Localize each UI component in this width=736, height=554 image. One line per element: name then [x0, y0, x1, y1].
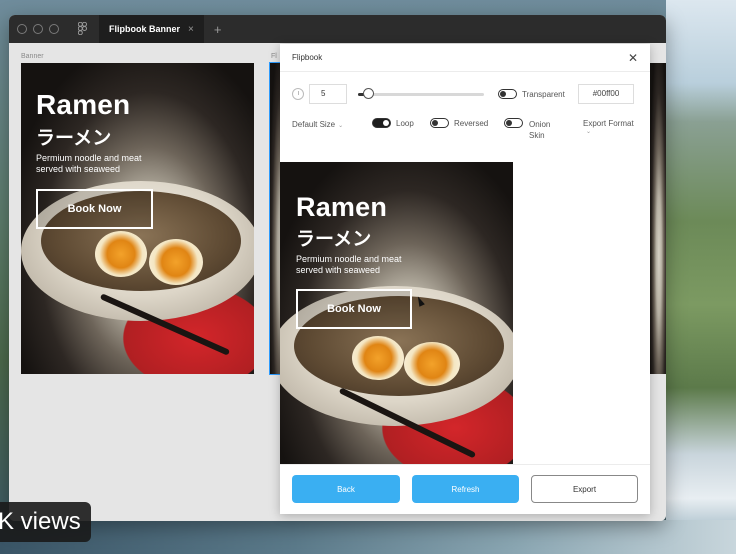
preview-title: Ramen: [296, 192, 388, 222]
egg-image: [95, 231, 147, 277]
refresh-button[interactable]: Refresh: [412, 475, 519, 503]
tab-close-icon[interactable]: ×: [188, 24, 194, 35]
loop-label: Loop: [396, 119, 414, 128]
background-color-input[interactable]: #00ff00: [578, 84, 634, 104]
banner-frame-3[interactable]: [650, 63, 666, 374]
banner-title: Ramen: [36, 89, 131, 120]
onion-skin-label: Onion Skin: [529, 120, 551, 141]
banner-frame[interactable]: Ramen ラーメン Permium noodle and meat serve…: [21, 63, 254, 374]
new-tab-icon[interactable]: +: [214, 22, 222, 37]
fps-input[interactable]: 5: [309, 84, 347, 104]
close-window-button[interactable]: [17, 24, 27, 34]
egg-image: [404, 342, 460, 386]
timer-icon: [292, 88, 304, 100]
preview-title-jp: ラーメン: [296, 229, 372, 250]
export-format-dropdown[interactable]: Export Format ⌄: [583, 119, 643, 135]
tab-title: Flipbook Banner: [109, 24, 181, 34]
egg-image: [352, 336, 404, 380]
default-size-label: Default Size: [292, 120, 336, 129]
views-overlay-badge: K views: [0, 502, 91, 542]
export-button[interactable]: Export: [531, 475, 638, 503]
onion-skin-toggle[interactable]: [504, 118, 523, 128]
tab-flipbook-banner[interactable]: Flipbook Banner ×: [99, 15, 204, 43]
speed-slider-thumb[interactable]: [363, 88, 375, 99]
title-bar: Flipbook Banner × +: [9, 15, 666, 43]
back-button[interactable]: Back: [292, 475, 400, 503]
option-controls: Default Size ⌄ Loop Reversed Onion Skin E…: [292, 118, 638, 148]
preview-subtitle: Permium noodle and meat served with seaw…: [296, 254, 402, 276]
reversed-label: Reversed: [454, 119, 489, 128]
frame-label[interactable]: Banner: [21, 53, 44, 60]
chevron-down-icon: ⌄: [586, 129, 592, 135]
playback-controls: 5 Transparent #00ff00: [292, 84, 638, 106]
close-icon[interactable]: ✕: [628, 51, 638, 65]
plugin-footer: Back Refresh Export: [280, 464, 650, 514]
banner-title-jp: ラーメン: [36, 128, 112, 149]
plugin-header: Flipbook ✕: [280, 44, 650, 72]
flipbook-plugin-panel: Flipbook ✕ 5 Transparent #00ff00 Default…: [280, 44, 650, 514]
window-controls: [17, 24, 59, 34]
desktop-wallpaper-bottom: [0, 520, 736, 554]
egg-image: [149, 239, 203, 285]
figma-logo-icon[interactable]: [77, 21, 87, 36]
banner-subtitle: Permium noodle and meat served with seaw…: [36, 153, 142, 175]
chevron-down-icon: ⌄: [338, 123, 344, 129]
transparent-label: Transparent: [522, 90, 565, 99]
transparent-toggle[interactable]: [498, 89, 517, 99]
book-now-button[interactable]: Book Now: [36, 189, 153, 229]
preview-book-now-button: Book Now: [296, 289, 412, 329]
preview-banner: Ramen ラーメン Permium noodle and meat serve…: [280, 162, 513, 464]
preview-area: Ramen ラーメン Permium noodle and meat serve…: [280, 162, 650, 464]
plugin-title: Flipbook: [292, 53, 323, 62]
minimize-window-button[interactable]: [33, 24, 43, 34]
export-format-label: Export Format: [583, 119, 634, 128]
reversed-toggle[interactable]: [430, 118, 449, 128]
speed-slider[interactable]: [358, 93, 484, 96]
default-size-dropdown[interactable]: Default Size ⌄: [292, 120, 343, 129]
loop-toggle[interactable]: [372, 118, 391, 128]
frame-label-partial[interactable]: Fl: [271, 53, 277, 60]
zoom-window-button[interactable]: [49, 24, 59, 34]
desktop-wallpaper: [666, 0, 736, 554]
